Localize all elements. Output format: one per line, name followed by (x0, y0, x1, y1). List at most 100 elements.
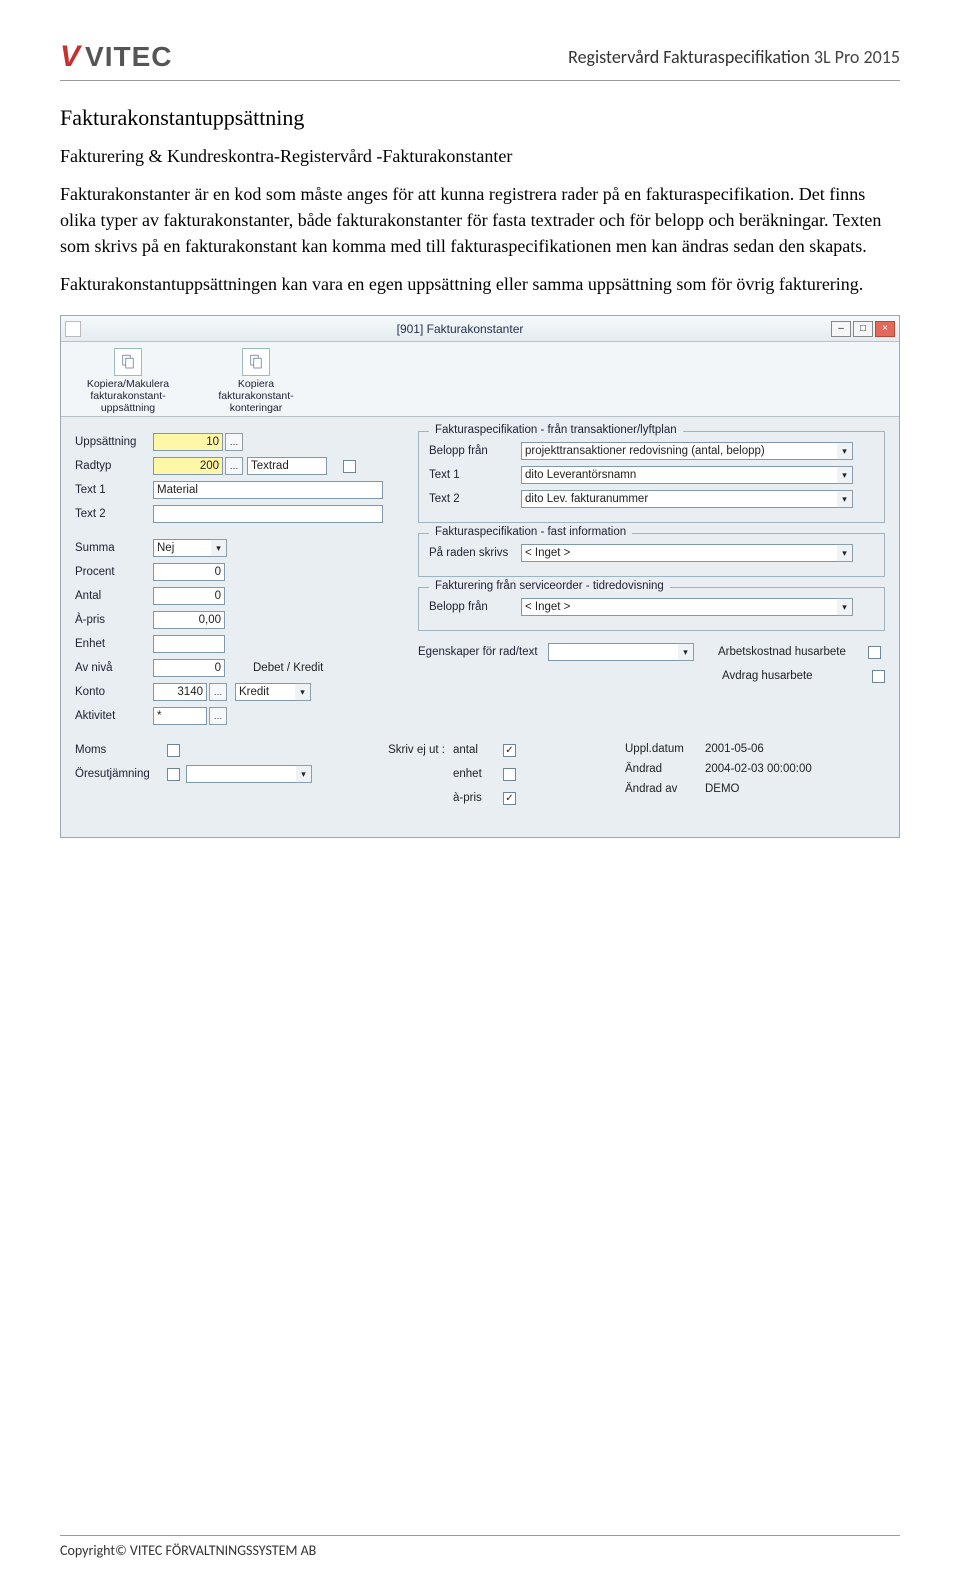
label-radtyp: Radtyp (75, 460, 153, 472)
subtitle: Fakturering & Kundreskontra-Registervård… (60, 143, 900, 169)
page-footer: Copyright© VITEC FÖRVALTNINGSSYSTEM AB (60, 1535, 900, 1559)
app-window: [901] Fakturakonstanter – □ × Kopiera/Ma… (60, 315, 900, 838)
label-g2-pa-raden: På raden skrivs (429, 547, 521, 559)
summa-select[interactable]: Nej▾ (153, 539, 227, 557)
g2-pa-raden-select[interactable]: < Inget >▾ (521, 544, 853, 562)
text2-input[interactable] (153, 505, 383, 523)
avniva-input[interactable]: 0 (153, 659, 225, 677)
g1-text1-select[interactable]: dito Leverantörsnamn▾ (521, 466, 853, 484)
ribbon-copy-konteringar[interactable]: Kopiera fakturakonstant- konteringar (201, 348, 311, 414)
value-andrad: 2004-02-03 00:00:00 (705, 763, 812, 775)
label-andrad: Ändrad (625, 763, 705, 775)
label-skriv-apris: à-pris (453, 792, 503, 804)
minimize-button[interactable]: – (831, 321, 851, 337)
antal-input[interactable]: 0 (153, 587, 225, 605)
radtyp-text: Textrad (247, 457, 327, 475)
logo-text: VITEC (85, 41, 172, 73)
g3-belopp-select[interactable]: < Inget >▾ (521, 598, 853, 616)
label-uppl-datum: Uppl.datum (625, 743, 705, 755)
label-procent: Procent (75, 566, 153, 578)
vitec-logo: V VITEC (60, 40, 172, 74)
label-konto: Konto (75, 686, 153, 698)
aktivitet-input[interactable]: * (153, 707, 207, 725)
copy-icon (114, 348, 142, 376)
oresutjamning-checkbox[interactable] (167, 768, 180, 781)
g1-text2-select[interactable]: dito Lev. fakturanummer▾ (521, 490, 853, 508)
text1-input[interactable]: Material (153, 481, 383, 499)
chevron-down-icon: ▾ (296, 765, 312, 783)
fieldset-fast-info: Fakturaspecifikation - fast information … (418, 533, 885, 577)
label-avniva: Av nivå (75, 662, 153, 674)
uppsattning-input[interactable]: 10 (153, 433, 223, 451)
konto-input[interactable]: 3140 (153, 683, 207, 701)
label-text2: Text 2 (75, 508, 153, 520)
egenskaper-select[interactable]: ▾ (548, 643, 694, 661)
radtyp-lookup-button[interactable]: … (225, 457, 243, 475)
g1-belopp-select[interactable]: projekttransaktioner redovisning (antal,… (521, 442, 853, 460)
apris-input[interactable]: 0,00 (153, 611, 225, 629)
label-avdrag: Avdrag husarbete (722, 670, 872, 682)
chevron-down-icon: ▾ (837, 598, 853, 616)
chevron-down-icon: ▾ (211, 539, 227, 557)
section-title: Fakturakonstantuppsättning (60, 105, 900, 131)
label-oresutjamning: Öresutjämning (75, 768, 167, 780)
radtyp-input[interactable]: 200 (153, 457, 223, 475)
label-g1-text2: Text 2 (429, 493, 521, 505)
label-skriv-antal: antal (453, 744, 503, 756)
maximize-button[interactable]: □ (853, 321, 873, 337)
value-andrad-av: DEMO (705, 783, 740, 795)
uppsattning-lookup-button[interactable]: … (225, 433, 243, 451)
label-skriv-enhet: enhet (453, 768, 503, 780)
window-title: [901] Fakturakonstanter (89, 322, 831, 336)
paragraph-1: Fakturakonstanter är en kod som måste an… (60, 181, 900, 259)
label-text1: Text 1 (75, 484, 153, 496)
label-summa: Summa (75, 542, 153, 554)
label-egenskaper: Egenskaper för rad/text (418, 646, 548, 658)
chevron-down-icon: ▾ (837, 490, 853, 508)
label-debet-kredit: Debet / Kredit (253, 662, 323, 674)
skriv-apris-checkbox[interactable]: ✓ (503, 792, 516, 805)
label-aktivitet: Aktivitet (75, 710, 153, 722)
ribbon-copy-makulera[interactable]: Kopiera/Makulera fakturakonstant- uppsät… (73, 348, 183, 414)
avdrag-checkbox[interactable] (872, 670, 885, 683)
chevron-down-icon: ▾ (837, 466, 853, 484)
legend-serviceorder: Fakturering från serviceorder - tidredov… (429, 580, 670, 592)
skriv-antal-checkbox[interactable]: ✓ (503, 744, 516, 757)
aktivitet-lookup-button[interactable]: … (209, 707, 227, 725)
chevron-down-icon: ▾ (295, 683, 311, 701)
label-g3-belopp: Belopp från (429, 601, 521, 613)
logo-mark-icon: V (60, 40, 81, 74)
label-g1-belopp: Belopp från (429, 445, 521, 457)
header-right-text: Registervård Fakturaspecifikation 3L Pro… (568, 46, 900, 68)
label-g1-text1: Text 1 (429, 469, 521, 481)
titlebar: [901] Fakturakonstanter – □ × (61, 316, 899, 342)
window-menu-icon[interactable] (65, 321, 81, 337)
label-enhet: Enhet (75, 638, 153, 650)
arbetskostnad-checkbox[interactable] (868, 646, 881, 659)
label-andrad-av: Ändrad av (625, 783, 705, 795)
paragraph-2: Fakturakonstantuppsättningen kan vara en… (60, 271, 900, 297)
fieldset-serviceorder: Fakturering från serviceorder - tidredov… (418, 587, 885, 631)
close-button[interactable]: × (875, 321, 895, 337)
copy-icon (242, 348, 270, 376)
moms-checkbox[interactable] (167, 744, 180, 757)
label-uppsattning: Uppsättning (75, 436, 153, 448)
chevron-down-icon: ▾ (678, 643, 694, 661)
fieldset-transaktioner: Fakturaspecifikation - från transaktione… (418, 431, 885, 523)
skriv-enhet-checkbox[interactable] (503, 768, 516, 781)
enhet-input[interactable] (153, 635, 225, 653)
label-skriv-ej-ut: Skriv ej ut : (365, 744, 445, 756)
legend-transaktioner: Fakturaspecifikation - från transaktione… (429, 424, 683, 436)
label-antal: Antal (75, 590, 153, 602)
konto-dc-select[interactable]: Kredit▾ (235, 683, 311, 701)
label-apris: À-pris (75, 614, 153, 626)
procent-input[interactable]: 0 (153, 563, 225, 581)
oresutjamning-select[interactable]: ▾ (186, 765, 312, 783)
legend-fast-info: Fakturaspecifikation - fast information (429, 526, 632, 538)
value-uppl-datum: 2001-05-06 (705, 743, 764, 755)
radtyp-checkbox[interactable] (343, 460, 356, 473)
chevron-down-icon: ▾ (837, 442, 853, 460)
chevron-down-icon: ▾ (837, 544, 853, 562)
konto-lookup-button[interactable]: … (209, 683, 227, 701)
page-header: V VITEC Registervård Fakturaspecifikatio… (60, 40, 900, 81)
